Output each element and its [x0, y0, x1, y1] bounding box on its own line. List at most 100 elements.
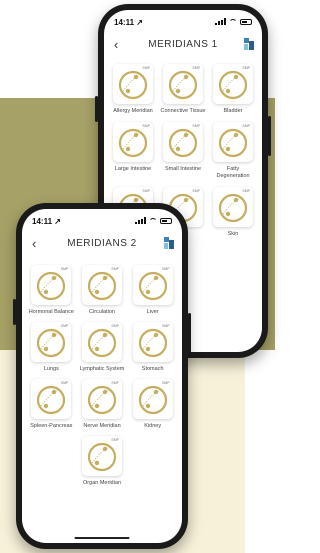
status-time: 14:11 ↗: [32, 217, 61, 226]
meridian-tile[interactable]: SMP: [163, 121, 203, 162]
meridian-tile[interactable]: SMP: [81, 265, 122, 305]
meridian-item[interactable]: SMP Circulation: [79, 265, 126, 316]
meridian-tile[interactable]: SMP: [213, 121, 253, 162]
smp-badge: SMP: [242, 123, 250, 128]
meridian-tile[interactable]: SMP: [163, 64, 203, 104]
meridian-tile[interactable]: SMP: [31, 265, 72, 305]
meridian-tile[interactable]: SMP: [113, 121, 153, 162]
meridian-label: Nerve Meridian: [83, 422, 121, 429]
smp-badge: SMP: [162, 267, 170, 271]
meridian-label: Skin: [227, 230, 239, 237]
page-title: MERIDIANS 1: [148, 39, 218, 50]
meridian-label: Liver: [146, 309, 159, 315]
meridian-item[interactable]: SMP Nerve Meridian: [79, 378, 126, 430]
volume-button: [13, 299, 16, 325]
status-time: 14:11 ↗: [114, 18, 143, 27]
smp-badge: SMP: [60, 380, 69, 385]
status-bar: 14:11 ↗: [22, 209, 182, 231]
smp-badge: SMP: [111, 437, 119, 442]
meridian-label: Spleen-Pancreas: [30, 422, 73, 429]
home-indicator: [74, 537, 130, 539]
meridian-circle-icon: [218, 193, 248, 222]
meridian-tile[interactable]: SMP: [132, 378, 173, 419]
meridian-item[interactable]: SMP Spleen-Pancreas: [28, 378, 75, 430]
wifi-icon: [229, 18, 237, 25]
app-logo-icon[interactable]: [164, 237, 174, 249]
battery-icon: [160, 217, 172, 224]
meridian-item[interactable]: SMP Bladder: [210, 64, 256, 115]
meridian-tile[interactable]: SMP: [213, 186, 253, 227]
smp-badge: SMP: [60, 267, 69, 271]
smp-badge: SMP: [192, 123, 200, 128]
power-button: [188, 313, 191, 353]
smp-badge: SMP: [111, 323, 119, 328]
meridian-circle-icon: [87, 385, 117, 414]
smp-badge: SMP: [162, 380, 170, 385]
status-bar: 14:11 ↗: [104, 10, 262, 32]
meridian-item[interactable]: SMP Fatty Degeneration: [210, 121, 256, 180]
meridian-label: Allergy Meridian: [113, 108, 153, 114]
volume-button: [95, 96, 98, 122]
meridian-tile[interactable]: SMP: [31, 321, 72, 362]
smp-badge: SMP: [111, 267, 119, 271]
meridian-label: Small Intestine: [164, 165, 202, 172]
meridian-item[interactable]: SMP Liver: [129, 265, 176, 316]
meridian-item[interactable]: SMP Stomach: [129, 321, 176, 373]
smp-badge: SMP: [242, 188, 250, 193]
meridian-tile[interactable]: SMP: [113, 64, 153, 104]
power-button: [268, 116, 271, 156]
meridian-item[interactable]: SMP Large Intestine: [110, 121, 156, 180]
meridian-item[interactable]: SMP Small Intestine: [160, 121, 206, 180]
meridian-circle-icon: [138, 271, 167, 301]
meridian-label: Hormonal Balance: [28, 309, 74, 315]
meridian-circle-icon: [87, 442, 117, 471]
meridian-circle-icon: [168, 128, 198, 157]
meridian-item[interactable]: SMP Allergy Meridian: [110, 64, 156, 115]
meridian-circle-icon: [138, 385, 167, 414]
meridian-item[interactable]: SMP Skin: [210, 186, 256, 238]
meridian-tile[interactable]: SMP: [81, 435, 122, 476]
smp-badge: SMP: [142, 123, 150, 128]
meridian-label: Fatty Degeneration: [216, 165, 250, 179]
meridian-label: Lungs: [43, 365, 59, 372]
meridian-circle-icon: [87, 271, 117, 301]
meridian-item[interactable]: SMP Connective Tissue: [160, 64, 206, 115]
smp-badge: SMP: [111, 380, 119, 385]
meridian-item[interactable]: SMP Lymphatic System: [79, 321, 126, 373]
meridian-circle-icon: [168, 70, 198, 100]
signal-icon: [215, 18, 226, 25]
nav-bar: ‹ MERIDIANS 2: [22, 231, 182, 257]
meridian-label: Organ Meridian: [83, 479, 121, 486]
meridian-circle-icon: [218, 128, 248, 157]
smp-badge: SMP: [60, 323, 69, 328]
meridian-tile[interactable]: SMP: [132, 321, 173, 362]
smp-badge: SMP: [192, 188, 200, 193]
page-title: MERIDIANS 2: [67, 238, 137, 249]
nav-bar: ‹ MERIDIANS 1: [104, 32, 262, 58]
smp-badge: SMP: [242, 66, 250, 70]
meridian-item[interactable]: SMP Lungs: [28, 321, 75, 373]
battery-icon: [240, 18, 252, 25]
meridian-tile[interactable]: SMP: [81, 321, 122, 362]
meridian-item[interactable]: SMP Kidney: [129, 378, 176, 430]
meridian-label: Lymphatic System: [79, 365, 125, 372]
meridian-grid: SMP Hormonal Balance SMP Circulation SMP Live…: [28, 265, 176, 487]
app-logo-icon[interactable]: [244, 38, 254, 50]
smp-badge: SMP: [192, 66, 200, 70]
phone-front: 14:11 ↗ ‹ MERIDIANS 2 SMP Hormonal Balanc…: [13, 203, 191, 549]
meridian-tile[interactable]: SMP: [31, 378, 72, 419]
meridian-circle-icon: [218, 70, 248, 100]
background-white-corner: [245, 350, 275, 553]
meridian-circle-icon: [37, 271, 66, 301]
meridian-item[interactable]: SMP Hormonal Balance: [28, 265, 75, 316]
smp-badge: SMP: [142, 66, 150, 70]
meridian-tile[interactable]: SMP: [213, 64, 253, 104]
wifi-icon: [149, 217, 157, 224]
meridian-tile[interactable]: SMP: [132, 265, 173, 305]
meridian-circle-icon: [138, 328, 167, 357]
smp-badge: SMP: [142, 188, 150, 193]
smp-badge: SMP: [162, 323, 170, 328]
meridian-tile[interactable]: SMP: [81, 378, 122, 419]
meridian-item[interactable]: SMP Organ Meridian: [79, 435, 126, 487]
meridian-label: Large Intestine: [114, 165, 152, 172]
